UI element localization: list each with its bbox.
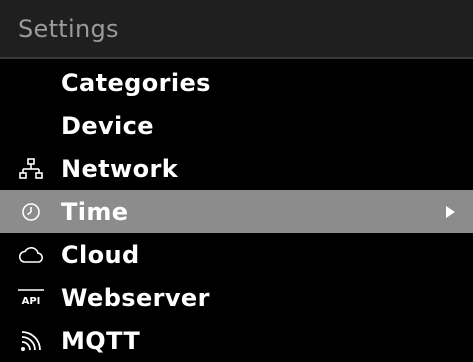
- header-divider: [0, 57, 473, 59]
- menu-item-label: Time: [61, 197, 129, 226]
- settings-screen: Settings Categories Device Network Time …: [0, 0, 473, 356]
- menu-item-label: Device: [61, 111, 154, 140]
- page-title: Settings: [18, 14, 119, 43]
- menu-item-label: Cloud: [61, 240, 140, 269]
- menu-item-webserver[interactable]: API Webserver: [0, 276, 473, 319]
- menu-item-label: Categories: [61, 68, 211, 97]
- submenu-arrow-icon: [446, 205, 455, 218]
- menu-item-network[interactable]: Network: [0, 147, 473, 190]
- clock-icon: [16, 200, 46, 224]
- menu-item-label: Network: [61, 154, 179, 183]
- wifi-signal-icon: [16, 329, 46, 353]
- menu-item-icon-placeholder: [16, 71, 46, 95]
- menu-item-cloud[interactable]: Cloud: [0, 233, 473, 276]
- menu-item-icon-placeholder: [16, 114, 46, 138]
- settings-header: Settings: [0, 0, 473, 57]
- menu-item-time[interactable]: Time: [0, 190, 473, 233]
- api-icon: API: [16, 286, 46, 310]
- menu-item-device[interactable]: Device: [0, 104, 473, 147]
- menu-item-categories[interactable]: Categories: [0, 61, 473, 104]
- cloud-icon: [16, 243, 46, 267]
- network-icon: [16, 157, 46, 181]
- svg-text:API: API: [22, 296, 41, 307]
- menu-item-label: Webserver: [61, 283, 210, 312]
- menu-item-label: MQTT: [61, 326, 141, 355]
- settings-menu: Categories Device Network Time Cloud API…: [0, 61, 473, 362]
